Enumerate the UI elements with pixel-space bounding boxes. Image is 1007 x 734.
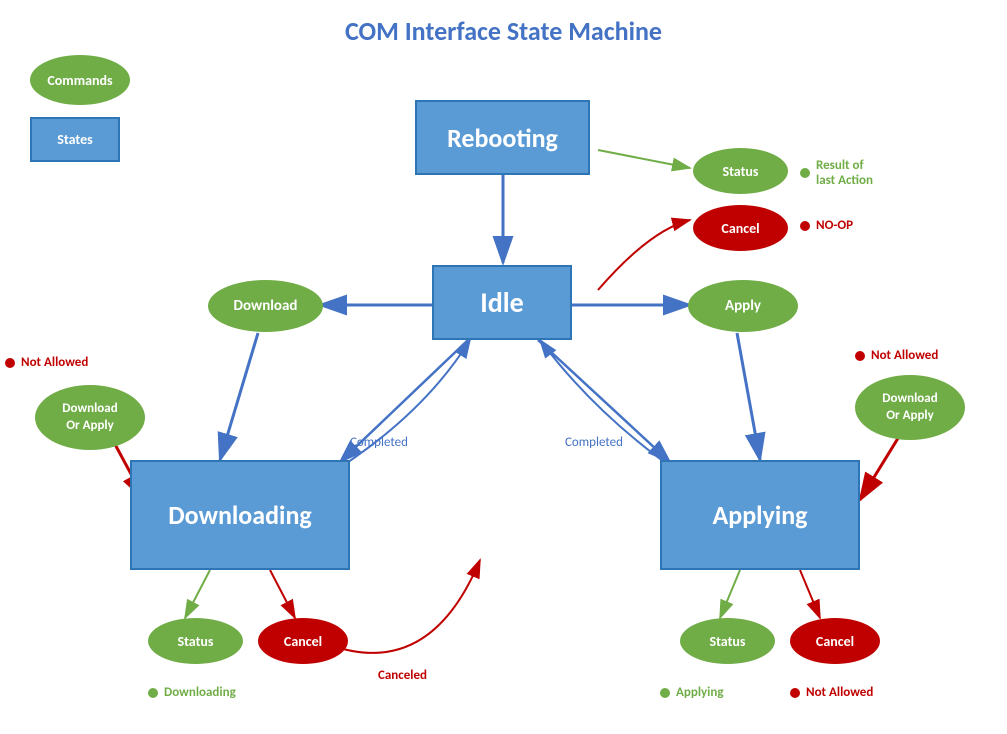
cmd-cancel-applying: Cancel bbox=[790, 618, 880, 664]
label-no-op: NO-OP bbox=[800, 218, 853, 233]
cmd-cancel-top: Cancel bbox=[693, 205, 788, 251]
cmd-status-downloading: Status bbox=[148, 618, 243, 664]
state-applying: Applying bbox=[660, 460, 860, 570]
cmd-cancel-downloading: Cancel bbox=[258, 618, 348, 664]
legend: Commands States bbox=[30, 55, 130, 162]
state-idle: Idle bbox=[432, 265, 572, 340]
label-result-last-action: Result oflast Action bbox=[800, 158, 873, 188]
label-completed-left: Completed bbox=[350, 435, 408, 450]
cmd-status-top: Status bbox=[693, 148, 788, 194]
label-not-allowed-left: Not Allowed bbox=[5, 355, 88, 370]
state-rebooting: Rebooting bbox=[415, 100, 590, 175]
diagram-title: COM Interface State Machine bbox=[0, 5, 1007, 47]
cmd-status-applying: Status bbox=[680, 618, 775, 664]
cmd-download-or-apply-left: DownloadOr Apply bbox=[35, 385, 145, 450]
cmd-apply: Apply bbox=[688, 280, 798, 332]
diagram-container: COM Interface State Machine Commands Sta… bbox=[0, 0, 1007, 734]
label-downloading-status: Downloading bbox=[148, 685, 236, 700]
state-downloading: Downloading bbox=[130, 460, 350, 570]
label-not-allowed-cancel: Not Allowed bbox=[790, 685, 873, 700]
label-canceled: Canceled bbox=[378, 668, 427, 683]
label-completed-right: Completed bbox=[565, 435, 623, 450]
label-not-allowed-right: Not Allowed bbox=[855, 348, 938, 363]
legend-command: Commands bbox=[30, 55, 130, 105]
label-applying-status: Applying bbox=[660, 685, 724, 700]
cmd-download-or-apply-right: DownloadOr Apply bbox=[855, 375, 965, 440]
legend-state: States bbox=[30, 117, 120, 162]
cmd-download: Download bbox=[208, 280, 323, 332]
